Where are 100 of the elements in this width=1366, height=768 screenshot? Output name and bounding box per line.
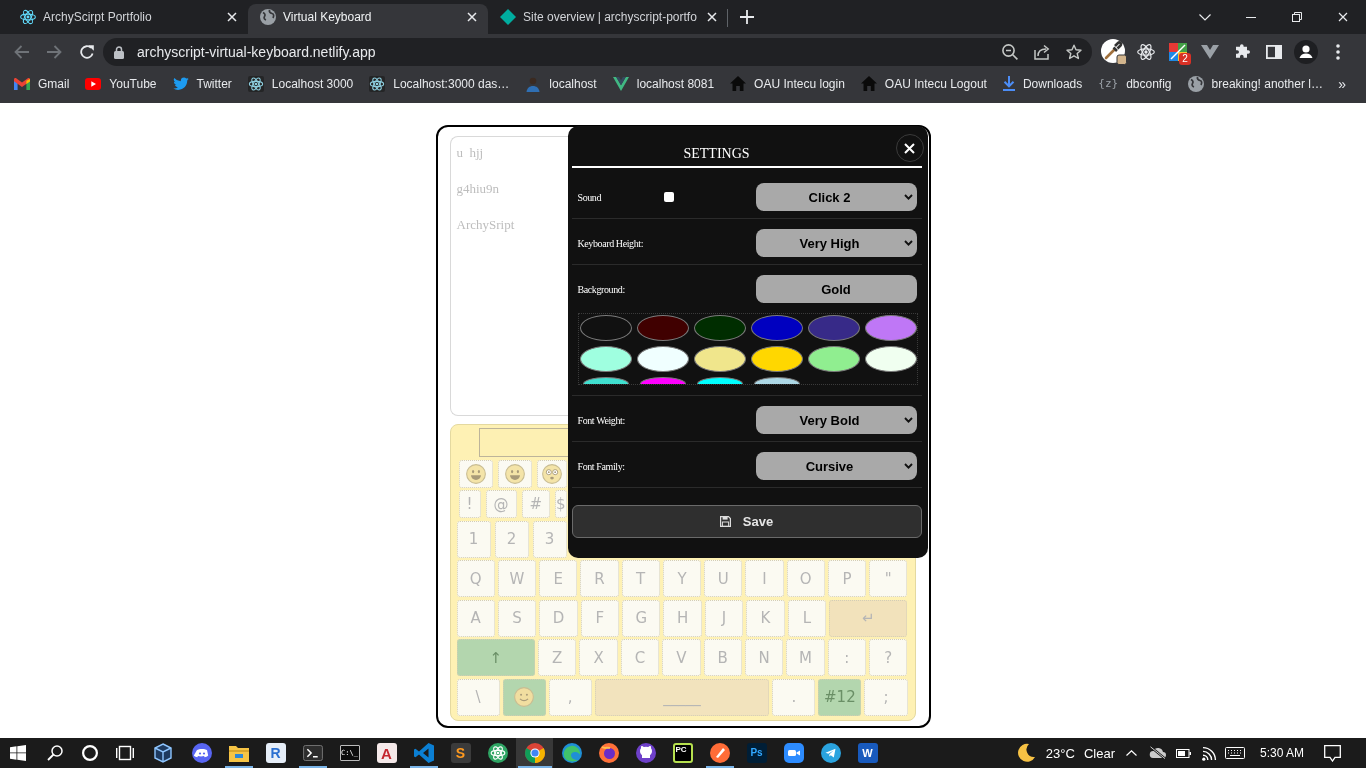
- keyboard-key[interactable]: ↑: [456, 639, 535, 676]
- bookmark[interactable]: Gmail: [6, 71, 78, 96]
- browser-tab[interactable]: Virtual Keyboard: [248, 4, 488, 34]
- color-swatch[interactable]: [579, 346, 632, 372]
- save-button[interactable]: Save: [571, 505, 922, 538]
- close-icon[interactable]: [467, 12, 477, 22]
- emoji-key[interactable]: [458, 459, 493, 488]
- profile-icon[interactable]: [1294, 40, 1318, 64]
- keyboard-key[interactable]: .: [772, 678, 816, 716]
- v-shape-icon[interactable]: [1201, 45, 1219, 59]
- bookmark[interactable]: localhost: [517, 71, 605, 96]
- address-bar[interactable]: archyscript-virtual-keyboard.netlify.app: [103, 38, 1092, 66]
- moon-icon[interactable]: [1015, 743, 1036, 763]
- taskbar-button[interactable]: Ps: [738, 738, 775, 768]
- bookmark[interactable]: YouTube: [77, 71, 165, 96]
- keyboard-key[interactable]: $: [555, 490, 567, 518]
- keyboard-key[interactable]: Z: [537, 639, 577, 676]
- keyboard-key[interactable]: M: [786, 639, 825, 676]
- keyboard-key[interactable]: L: [787, 599, 826, 637]
- keyboard-key[interactable]: :: [827, 639, 867, 676]
- chevron-up-icon[interactable]: [1125, 750, 1137, 756]
- keyboard-key[interactable]: C: [620, 639, 660, 676]
- bookmark[interactable]: OAU Intecu login: [722, 71, 853, 96]
- keyboard-key[interactable]: I: [745, 560, 784, 597]
- keyboard-key[interactable]: 3: [532, 520, 567, 558]
- taskbar-button[interactable]: R: [257, 738, 294, 768]
- keyboard-key[interactable]: K: [746, 599, 785, 637]
- battery-icon[interactable]: [1175, 748, 1191, 758]
- bookmark[interactable]: Localhost:3000 das…: [361, 71, 518, 96]
- keyboard-key[interactable]: A: [456, 599, 495, 637]
- keyboard-key[interactable]: _____: [594, 678, 770, 716]
- keyboard-key[interactable]: N: [744, 639, 784, 676]
- cloud-off-icon[interactable]: [1148, 746, 1166, 760]
- plus-icon[interactable]: [740, 10, 754, 24]
- color-swatch[interactable]: [693, 315, 746, 341]
- color-swatch[interactable]: [579, 315, 632, 341]
- keyboard-key[interactable]: !: [458, 490, 481, 518]
- notification-icon[interactable]: [1324, 744, 1341, 762]
- select-dropdown[interactable]: Click 2: [755, 183, 917, 211]
- keyboard-key[interactable]: #12: [818, 678, 862, 716]
- background-button[interactable]: Gold: [755, 275, 917, 303]
- star-icon[interactable]: [1066, 44, 1082, 60]
- taskbar-button[interactable]: S: [442, 738, 479, 768]
- chevron-down-icon[interactable]: [1199, 13, 1211, 21]
- taskbar-button[interactable]: [516, 738, 553, 768]
- color-swatch[interactable]: [693, 346, 746, 372]
- text-area[interactable]: u hjj g4hiu9n ArchySript: [449, 136, 568, 416]
- browser-tab[interactable]: Site overview | archyscript-portfo: [488, 4, 728, 34]
- keyboard-key[interactable]: #: [521, 490, 551, 518]
- keyboard-key[interactable]: H: [663, 599, 702, 637]
- keyboard-key[interactable]: ;: [864, 678, 908, 716]
- keyboard-key[interactable]: S: [497, 599, 537, 637]
- color-swatch[interactable]: [750, 346, 803, 372]
- color-swatch[interactable]: [807, 315, 860, 341]
- keyboard-key[interactable]: @: [485, 490, 517, 518]
- puzzle-icon[interactable]: [1234, 44, 1250, 60]
- color-swatch[interactable]: [636, 315, 689, 341]
- wifi-icon[interactable]: [1201, 745, 1217, 761]
- bookmark[interactable]: Downloads: [994, 71, 1091, 96]
- select-dropdown[interactable]: Very Bold: [755, 406, 917, 434]
- bookmark[interactable]: localhost 8081: [604, 71, 723, 96]
- select-dropdown[interactable]: Very High: [755, 229, 917, 257]
- close-icon[interactable]: [227, 12, 237, 22]
- more-bookmarks-button[interactable]: »: [1338, 75, 1346, 92]
- side-panel-icon[interactable]: [1266, 45, 1282, 59]
- color-swatch[interactable]: [636, 346, 689, 372]
- keyboard-key[interactable]: T: [621, 560, 660, 597]
- restore-icon[interactable]: [1292, 12, 1302, 22]
- keyboard-key[interactable]: F: [580, 599, 620, 637]
- keyboard-key[interactable]: D: [539, 599, 578, 637]
- keyboard-key[interactable]: Y: [662, 560, 702, 597]
- text-input-field[interactable]: [478, 428, 568, 457]
- color-swatch[interactable]: [639, 377, 686, 384]
- keyboard-key[interactable]: W: [497, 560, 537, 597]
- keyboard-key[interactable]: 2: [494, 520, 529, 558]
- keyboard-key[interactable]: R: [580, 560, 619, 597]
- color-swatch[interactable]: [750, 315, 803, 341]
- sound-checkbox[interactable]: [663, 192, 674, 202]
- color-swatch[interactable]: [864, 315, 917, 341]
- zoom-out-icon[interactable]: [1002, 44, 1018, 60]
- bookmark[interactable]: breaking! another l…: [1179, 71, 1331, 96]
- keyboard-key[interactable]: Q: [456, 560, 495, 597]
- taskbar-button[interactable]: W: [849, 738, 886, 768]
- keyboard-key[interactable]: 1: [456, 520, 491, 558]
- share-icon[interactable]: [1034, 44, 1050, 60]
- keyboard-key[interactable]: P: [827, 560, 867, 597]
- keyboard-key[interactable]: ↵: [829, 599, 908, 637]
- keyboard-key[interactable]: X: [579, 639, 618, 676]
- keyboard-key[interactable]: B: [703, 639, 742, 676]
- reload-icon[interactable]: [79, 44, 95, 60]
- emoji-key[interactable]: [497, 459, 532, 488]
- bookmark[interactable]: {z} dbconfig: [1090, 71, 1180, 96]
- color-swatch[interactable]: [582, 377, 629, 384]
- more-menu-icon[interactable]: [1336, 44, 1340, 60]
- keyboard-key[interactable]: \: [456, 678, 500, 716]
- bookmark[interactable]: Localhost 3000: [239, 71, 362, 96]
- select-dropdown[interactable]: Cursive: [755, 452, 917, 480]
- keyboard-key[interactable]: J: [704, 599, 744, 637]
- keyboard-key[interactable]: V: [662, 639, 701, 676]
- color-swatch[interactable]: [753, 377, 800, 384]
